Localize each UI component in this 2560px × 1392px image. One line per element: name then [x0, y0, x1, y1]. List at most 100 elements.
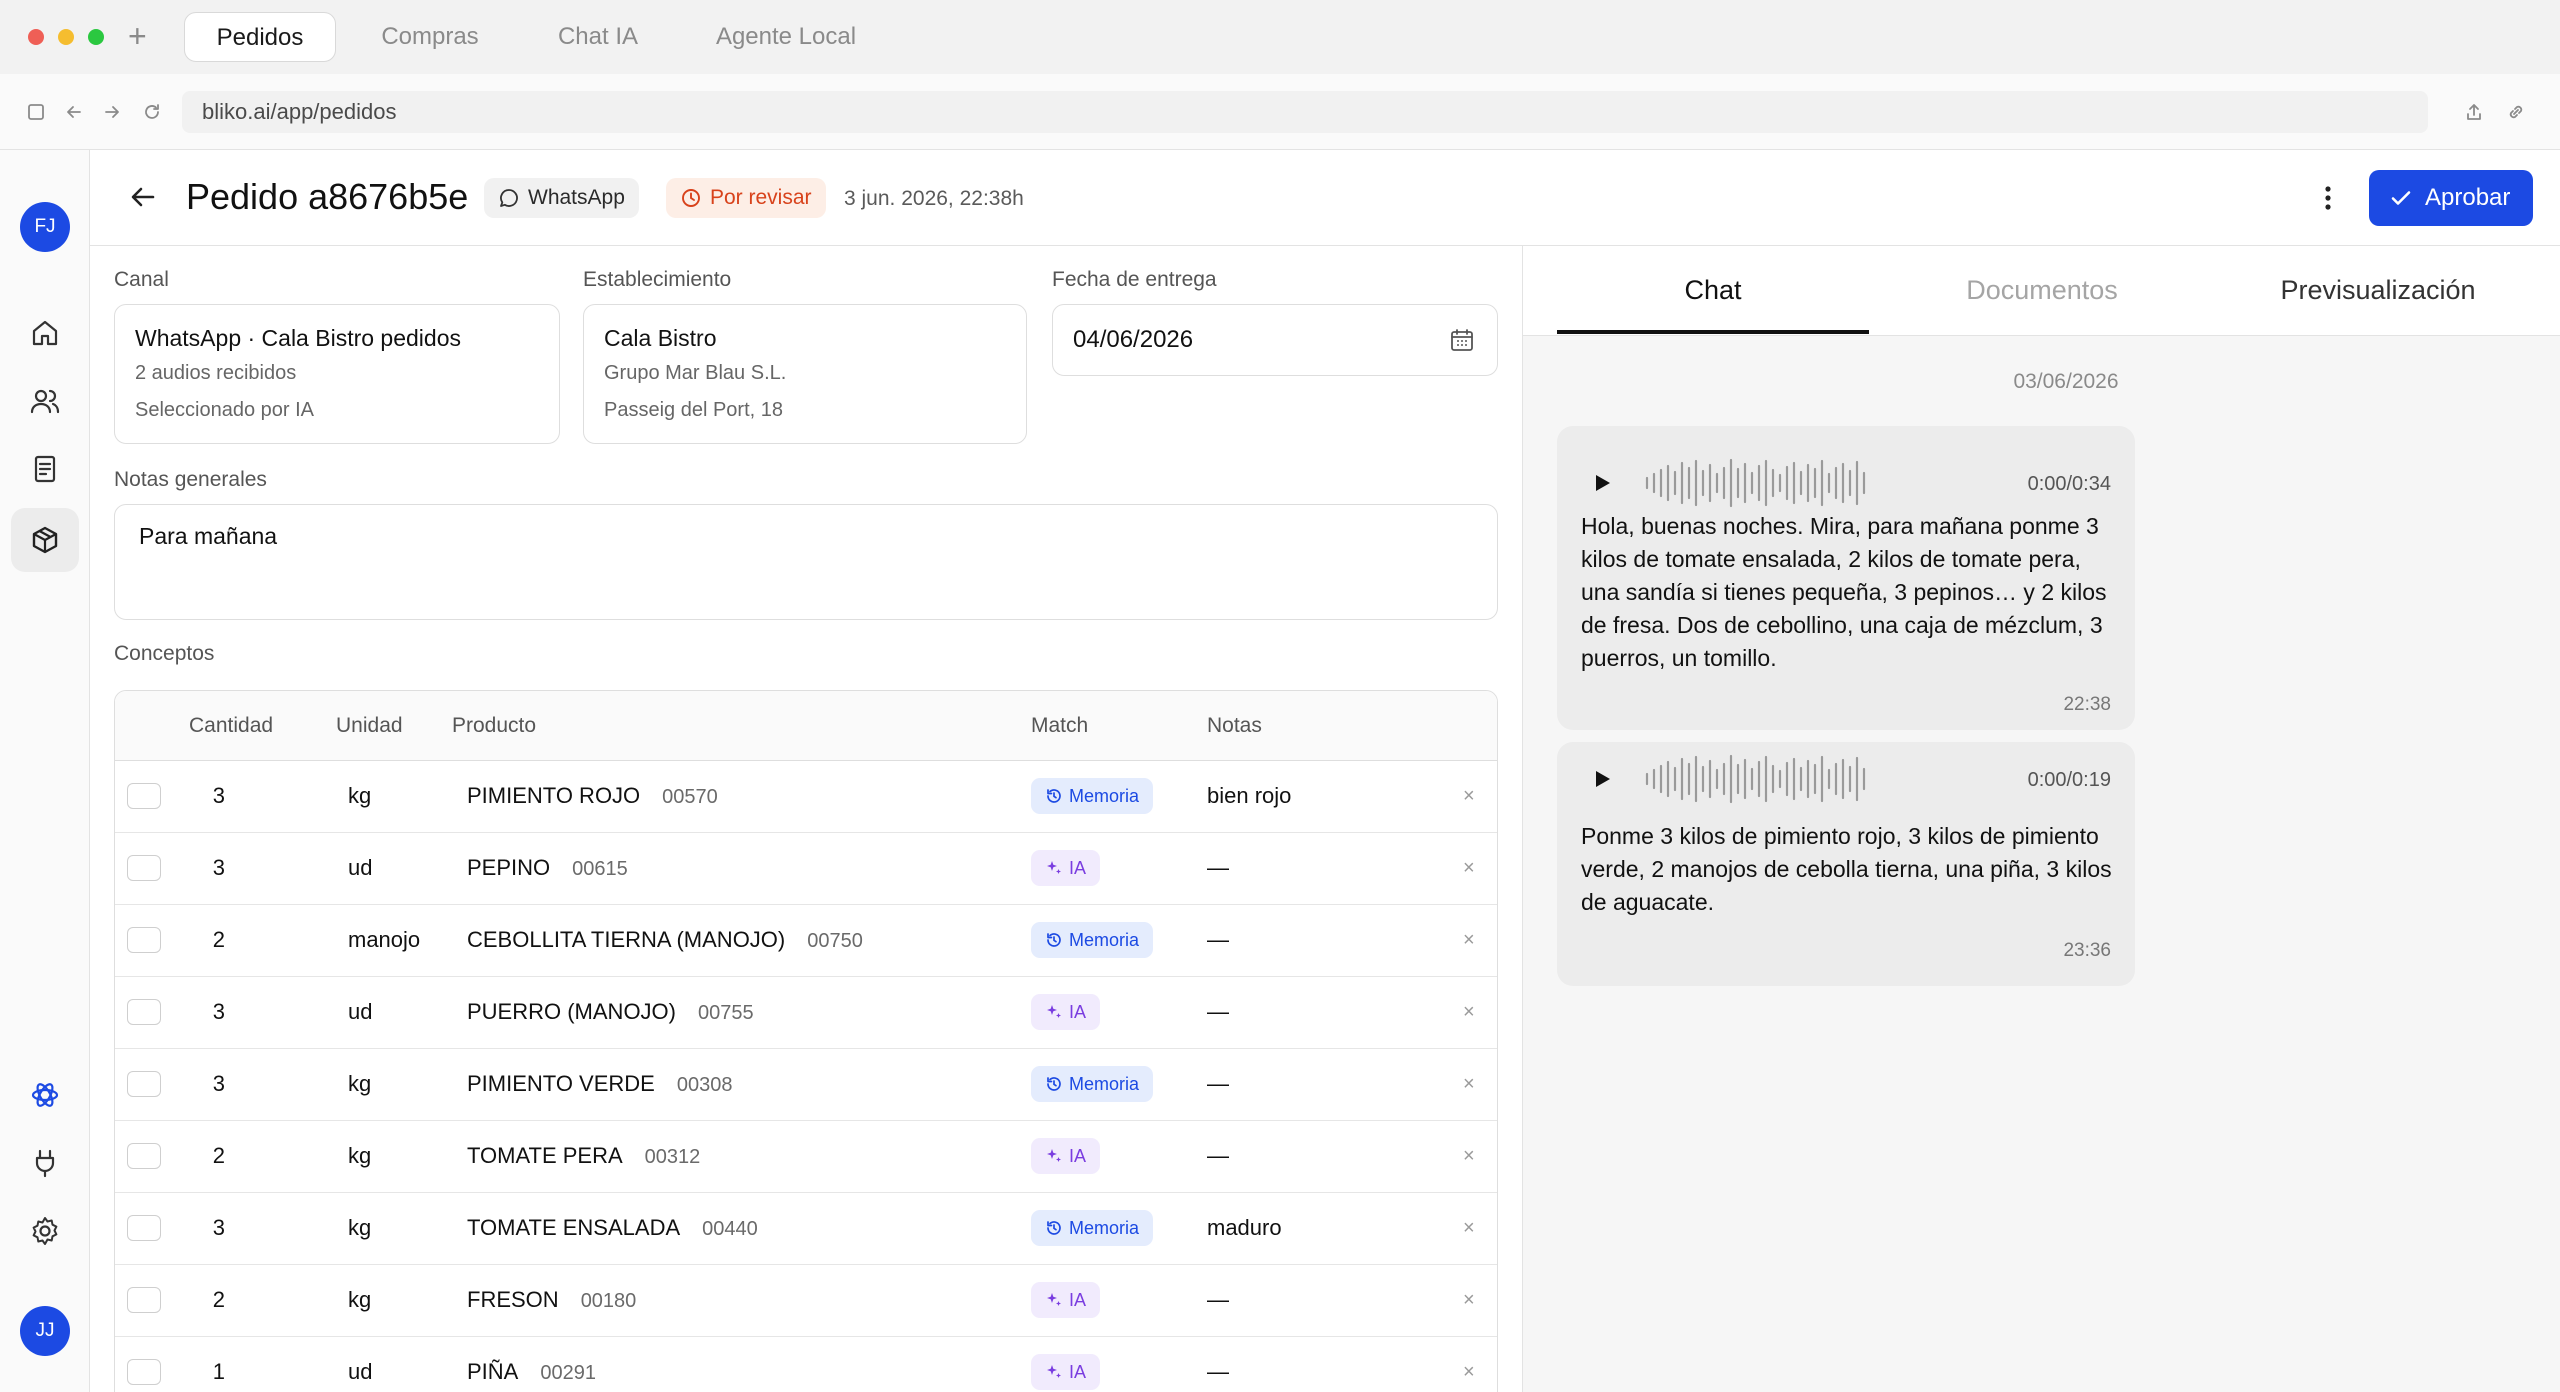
establecimiento-card[interactable]: Cala Bistro Grupo Mar Blau S.L. Passeig … — [583, 304, 1027, 444]
url-field[interactable]: bliko.ai/app/pedidos — [182, 91, 2428, 133]
row-checkbox[interactable] — [127, 1359, 161, 1385]
quantity-cell[interactable]: 1 — [213, 1357, 225, 1387]
nav-documents-button[interactable] — [22, 446, 68, 492]
browser-tab-agente-local[interactable]: Agente Local — [700, 12, 872, 62]
table-row[interactable]: 3 kg PIMIENTO VERDE 00308 Memoria — × — [115, 1049, 1497, 1121]
row-checkbox[interactable] — [127, 783, 161, 809]
share-icon[interactable] — [2464, 102, 2484, 122]
unit-cell[interactable]: kg — [348, 1069, 371, 1099]
browser-tab-chat-ia[interactable]: Chat IA — [530, 12, 666, 62]
product-cell[interactable]: CEBOLLITA TIERNA (MANOJO) 00750 — [467, 925, 863, 956]
nav-clients-button[interactable] — [22, 378, 68, 424]
remove-row-button[interactable]: × — [1463, 1213, 1475, 1243]
window-maximize-button[interactable] — [88, 29, 104, 45]
notes-cell[interactable]: bien rojo — [1207, 781, 1291, 811]
quantity-cell[interactable]: 2 — [213, 1285, 225, 1315]
more-options-icon[interactable] — [2312, 182, 2344, 214]
product-cell[interactable]: PIMIENTO VERDE 00308 — [467, 1069, 732, 1100]
table-row[interactable]: 3 kg TOMATE ENSALADA 00440 Memoria maduro × — [115, 1193, 1497, 1265]
remove-row-button[interactable]: × — [1463, 1069, 1475, 1099]
row-checkbox[interactable] — [127, 1215, 161, 1241]
nav-orders-button[interactable] — [11, 508, 79, 572]
back-arrow-icon[interactable] — [64, 102, 84, 122]
delivery-date-field[interactable]: 04/06/2026 — [1052, 304, 1498, 376]
play-icon[interactable] — [1591, 768, 1613, 790]
calendar-icon[interactable] — [1449, 327, 1475, 353]
user-avatar[interactable]: JJ — [20, 1306, 70, 1356]
unit-cell[interactable]: kg — [348, 781, 371, 811]
product-cell[interactable]: PUERRO (MANOJO) 00755 — [467, 997, 754, 1028]
general-notes-field[interactable]: Para mañana — [114, 504, 1498, 620]
quantity-cell[interactable]: 3 — [213, 1069, 225, 1099]
remove-row-button[interactable]: × — [1463, 1285, 1475, 1315]
remove-row-button[interactable]: × — [1463, 925, 1475, 955]
notes-cell[interactable]: — — [1207, 1285, 1229, 1315]
notes-cell[interactable]: — — [1207, 853, 1229, 883]
browser-tab-compras[interactable]: Compras — [356, 12, 504, 62]
table-row[interactable]: 2 kg TOMATE PERA 00312 IA — × — [115, 1121, 1497, 1193]
link-icon[interactable] — [2506, 102, 2526, 122]
tab-previsualizacion[interactable]: Previsualización — [2215, 270, 2541, 310]
nav-ai-button[interactable] — [22, 1072, 68, 1118]
unit-cell[interactable]: kg — [348, 1213, 371, 1243]
row-checkbox[interactable] — [127, 1287, 161, 1313]
new-tab-plus-icon[interactable]: + — [128, 16, 147, 56]
product-cell[interactable]: TOMATE ENSALADA 00440 — [467, 1213, 758, 1244]
remove-row-button[interactable]: × — [1463, 853, 1475, 883]
tab-chat[interactable]: Chat — [1557, 270, 1869, 310]
quantity-cell[interactable]: 2 — [213, 925, 225, 955]
notes-cell[interactable]: — — [1207, 1069, 1229, 1099]
window-minimize-button[interactable] — [58, 29, 74, 45]
row-checkbox[interactable] — [127, 999, 161, 1025]
table-row[interactable]: 3 kg PIMIENTO ROJO 00570 Memoria bien rojo × — [115, 761, 1497, 833]
approve-button[interactable]: Aprobar — [2369, 170, 2533, 226]
table-row[interactable]: 3 ud PUERRO (MANOJO) 00755 IA — × — [115, 977, 1497, 1049]
unit-cell[interactable]: ud — [348, 853, 372, 883]
forward-arrow-icon[interactable] — [102, 102, 122, 122]
product-cell[interactable]: PEPINO 00615 — [467, 853, 628, 884]
table-row[interactable]: 2 kg FRESON 00180 IA — × — [115, 1265, 1497, 1337]
table-row[interactable]: 3 ud PEPINO 00615 IA — × — [115, 833, 1497, 905]
org-avatar[interactable]: FJ — [20, 202, 70, 252]
unit-cell[interactable]: ud — [348, 1357, 372, 1387]
nav-integrations-button[interactable] — [22, 1140, 68, 1186]
quantity-cell[interactable]: 3 — [213, 1213, 225, 1243]
sidebar-toggle-icon[interactable] — [26, 102, 46, 122]
browser-tab-pedidos[interactable]: Pedidos — [184, 12, 336, 62]
notes-cell[interactable]: — — [1207, 1141, 1229, 1171]
row-checkbox[interactable] — [127, 855, 161, 881]
reload-icon[interactable] — [142, 102, 162, 122]
audio-waveform[interactable] — [1643, 457, 1867, 509]
window-close-button[interactable] — [28, 29, 44, 45]
unit-cell[interactable]: kg — [348, 1285, 371, 1315]
nav-home-button[interactable] — [22, 310, 68, 356]
row-checkbox[interactable] — [127, 1143, 161, 1169]
quantity-cell[interactable]: 3 — [213, 781, 225, 811]
table-row[interactable]: 2 manojo CEBOLLITA TIERNA (MANOJO) 00750 Mem… — [115, 905, 1497, 977]
remove-row-button[interactable]: × — [1463, 1357, 1475, 1387]
notes-cell[interactable]: — — [1207, 925, 1229, 955]
audio-waveform[interactable] — [1643, 753, 1867, 805]
product-cell[interactable]: FRESON 00180 — [467, 1285, 636, 1316]
notes-cell[interactable]: — — [1207, 997, 1229, 1027]
back-arrow-icon[interactable] — [126, 180, 160, 214]
quantity-cell[interactable]: 3 — [213, 853, 225, 883]
row-checkbox[interactable] — [127, 1071, 161, 1097]
product-cell[interactable]: TOMATE PERA 00312 — [467, 1141, 700, 1172]
unit-cell[interactable]: ud — [348, 997, 372, 1027]
nav-settings-button[interactable] — [22, 1208, 68, 1254]
canal-card[interactable]: WhatsApp · Cala Bistro pedidos 2 audios … — [114, 304, 560, 444]
notes-cell[interactable]: maduro — [1207, 1213, 1282, 1243]
unit-cell[interactable]: kg — [348, 1141, 371, 1171]
remove-row-button[interactable]: × — [1463, 997, 1475, 1027]
remove-row-button[interactable]: × — [1463, 1141, 1475, 1171]
notes-cell[interactable]: — — [1207, 1357, 1229, 1387]
row-checkbox[interactable] — [127, 927, 161, 953]
table-row[interactable]: 1 ud PIÑA 00291 IA — × — [115, 1337, 1497, 1392]
remove-row-button[interactable]: × — [1463, 781, 1475, 811]
unit-cell[interactable]: manojo — [348, 925, 420, 955]
product-cell[interactable]: PIÑA 00291 — [467, 1357, 596, 1388]
quantity-cell[interactable]: 3 — [213, 997, 225, 1027]
product-cell[interactable]: PIMIENTO ROJO 00570 — [467, 781, 718, 812]
play-icon[interactable] — [1591, 472, 1613, 494]
